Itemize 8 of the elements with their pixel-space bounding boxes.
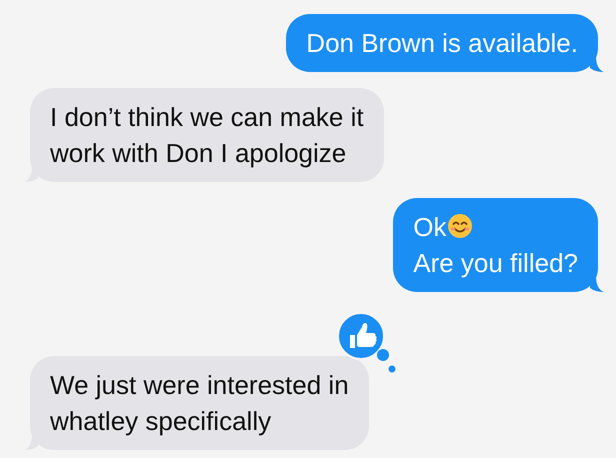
smiling-face-icon bbox=[447, 213, 474, 239]
message-text: whatley specifically bbox=[50, 406, 272, 436]
message-text: work with Don I apologize bbox=[50, 138, 346, 168]
message-text: Don Brown is available. bbox=[306, 28, 578, 58]
message-text: Are you filled? bbox=[413, 248, 578, 278]
message-text: Ok bbox=[413, 212, 446, 242]
message-text: I don’t think we can make it bbox=[50, 102, 364, 132]
message-text: We just were interested in bbox=[50, 370, 349, 400]
